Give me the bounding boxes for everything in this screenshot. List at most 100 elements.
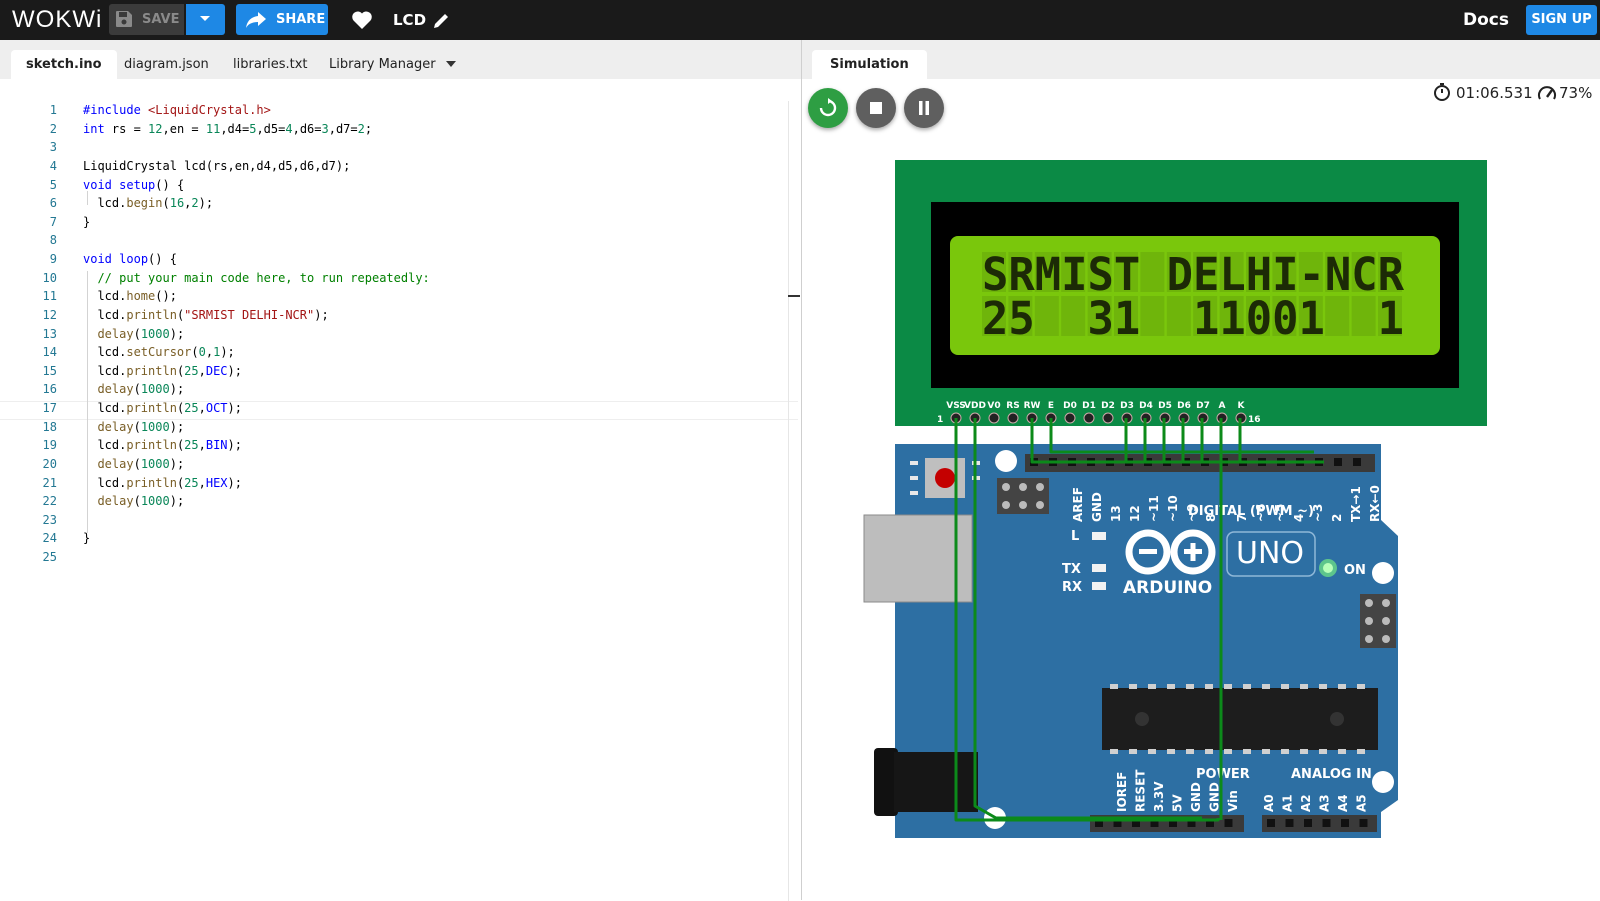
- lcd-pin-label: RW: [1024, 401, 1041, 411]
- arduino-model: UNO: [1236, 536, 1304, 571]
- chip-pin: [1110, 684, 1118, 689]
- chip-pin: [1281, 749, 1289, 754]
- lcd-pin-label: D2: [1101, 401, 1115, 411]
- chip-pin: [1148, 749, 1156, 754]
- chip-pin: [1148, 684, 1156, 689]
- chip-pin: [1338, 749, 1346, 754]
- analog-pin-label: A3: [1318, 794, 1332, 812]
- digital-pin-label: 2: [1330, 514, 1344, 522]
- lcd-pin-label: D4: [1139, 401, 1153, 411]
- lcd-pin-hole[interactable]: [988, 412, 1000, 424]
- chip-pin: [1205, 749, 1213, 754]
- power-pin-label: 5V: [1171, 794, 1185, 812]
- power-pin-label: RESET: [1134, 769, 1148, 812]
- analog-pin-label: A5: [1355, 794, 1369, 812]
- digital-pin-label: AREF: [1071, 487, 1085, 522]
- on-led-label: ON: [1344, 563, 1366, 578]
- chip-pin: [1300, 749, 1308, 754]
- analog-pin-label: A0: [1262, 794, 1276, 812]
- chip-pin: [1243, 749, 1251, 754]
- digital-pin-label: ~3: [1311, 504, 1325, 522]
- lcd-pin-label: E: [1048, 401, 1054, 411]
- chip-pin: [1357, 684, 1365, 689]
- digital-pin-label: ~10: [1166, 495, 1180, 522]
- chip-pin: [1129, 749, 1137, 754]
- digital-pin-label: 12: [1128, 505, 1142, 522]
- header-pin[interactable]: [1267, 819, 1275, 827]
- digital-pin-label: ~9: [1185, 504, 1199, 522]
- l-led-label: L: [1071, 529, 1079, 544]
- analog-in-label: ANALOG IN: [1291, 767, 1372, 782]
- chip-pin: [1319, 684, 1327, 689]
- lcd-pin-label: D0: [1063, 401, 1077, 411]
- chip-pin: [1243, 684, 1251, 689]
- analog-pin-label: A4: [1336, 794, 1350, 812]
- lcd-pin-label: VDD: [964, 401, 986, 411]
- lcd-pin-label: RS: [1006, 401, 1019, 411]
- header-pin[interactable]: [1224, 819, 1233, 827]
- chip-pin: [1167, 749, 1175, 754]
- chip-pin: [1186, 749, 1194, 754]
- lcd-pin-label: VSS: [946, 401, 966, 411]
- digital-pin-label: 7: [1235, 514, 1249, 522]
- power-pin-label: Vin: [1226, 790, 1240, 812]
- digital-pin-label: TX→1: [1349, 486, 1363, 522]
- lcd-pin-first-number: 1: [937, 415, 943, 425]
- chip-pin: [1319, 749, 1327, 754]
- lcd-row-2: 25 31 11001 1: [982, 292, 1404, 345]
- header-pin[interactable]: [1334, 458, 1342, 466]
- header-pin[interactable]: [1359, 819, 1368, 827]
- lcd-pin-label: D7: [1196, 401, 1210, 411]
- chip-pin: [1224, 749, 1232, 754]
- header-pin[interactable]: [1304, 819, 1312, 827]
- analog-pin-label: A2: [1299, 794, 1313, 812]
- digital-pin-label: 13: [1109, 505, 1123, 522]
- digital-pin-label: RX←0: [1368, 485, 1382, 522]
- tx-led-label: TX: [1062, 562, 1081, 577]
- header-pin[interactable]: [1341, 819, 1349, 827]
- arduino-brand: ARDUINO: [1123, 578, 1212, 598]
- lcd-pin-label: D1: [1082, 401, 1096, 411]
- digital-pin-label: GND: [1090, 492, 1104, 522]
- digital-pin-label: ~11: [1147, 495, 1161, 522]
- chip-pin: [1300, 684, 1308, 689]
- chip-pin: [1224, 684, 1232, 689]
- rx-led-label: RX: [1062, 580, 1082, 595]
- chip-pin: [1357, 749, 1365, 754]
- lcd-pin-label: D6: [1177, 401, 1191, 411]
- header-pin[interactable]: [1285, 819, 1294, 827]
- lcd-pin-label: D5: [1158, 401, 1172, 411]
- lcd-pin-label: A: [1219, 401, 1226, 411]
- chip-pin: [1186, 684, 1194, 689]
- power-pin-label: GND: [1189, 782, 1203, 812]
- digital-pin-label: 4: [1292, 514, 1306, 522]
- lcd-pin-label: D3: [1120, 401, 1134, 411]
- chip-pin: [1281, 684, 1289, 689]
- lcd-pin-hole[interactable]: [1007, 412, 1019, 424]
- power-label: POWER: [1196, 767, 1250, 782]
- header-pin[interactable]: [1353, 458, 1361, 466]
- lcd-pin-label: V0: [987, 401, 1000, 411]
- chip-pin: [1205, 684, 1213, 689]
- chip-pin: [1262, 684, 1270, 689]
- digital-pin-label: ~6: [1254, 504, 1268, 522]
- circuit-diagram: ARDUINO UNO ON L TX RX DIGITAL (PWM ~) P…: [863, 160, 1487, 838]
- digital-pin-label: ~5: [1273, 504, 1287, 522]
- chip-pin: [1167, 684, 1175, 689]
- lcd-pin-hole[interactable]: [1083, 412, 1095, 424]
- lcd-pin-hole[interactable]: [1064, 412, 1076, 424]
- digital-pin-label: 8: [1204, 514, 1218, 522]
- power-pin-label: 3.3V: [1152, 781, 1166, 812]
- header-pin[interactable]: [1322, 819, 1331, 827]
- analog-pin-label: A1: [1281, 794, 1295, 812]
- power-pin-label: GND: [1208, 782, 1222, 812]
- power-pin-label: IOREF: [1115, 772, 1129, 812]
- chip-pin: [1129, 684, 1137, 689]
- chip-pin: [1110, 749, 1118, 754]
- chip-pin: [1262, 749, 1270, 754]
- lcd-pin-label: K: [1238, 401, 1246, 411]
- lcd-pin-labels: VSSVDD V0 RS RW E D0 D1 D2 D3 D4 D5 D6 D7 A K: [946, 401, 1245, 411]
- lcd-pin-hole[interactable]: [1102, 412, 1114, 424]
- chip-pin: [1338, 684, 1346, 689]
- lcd-pin-last-number: 16: [1248, 415, 1261, 425]
